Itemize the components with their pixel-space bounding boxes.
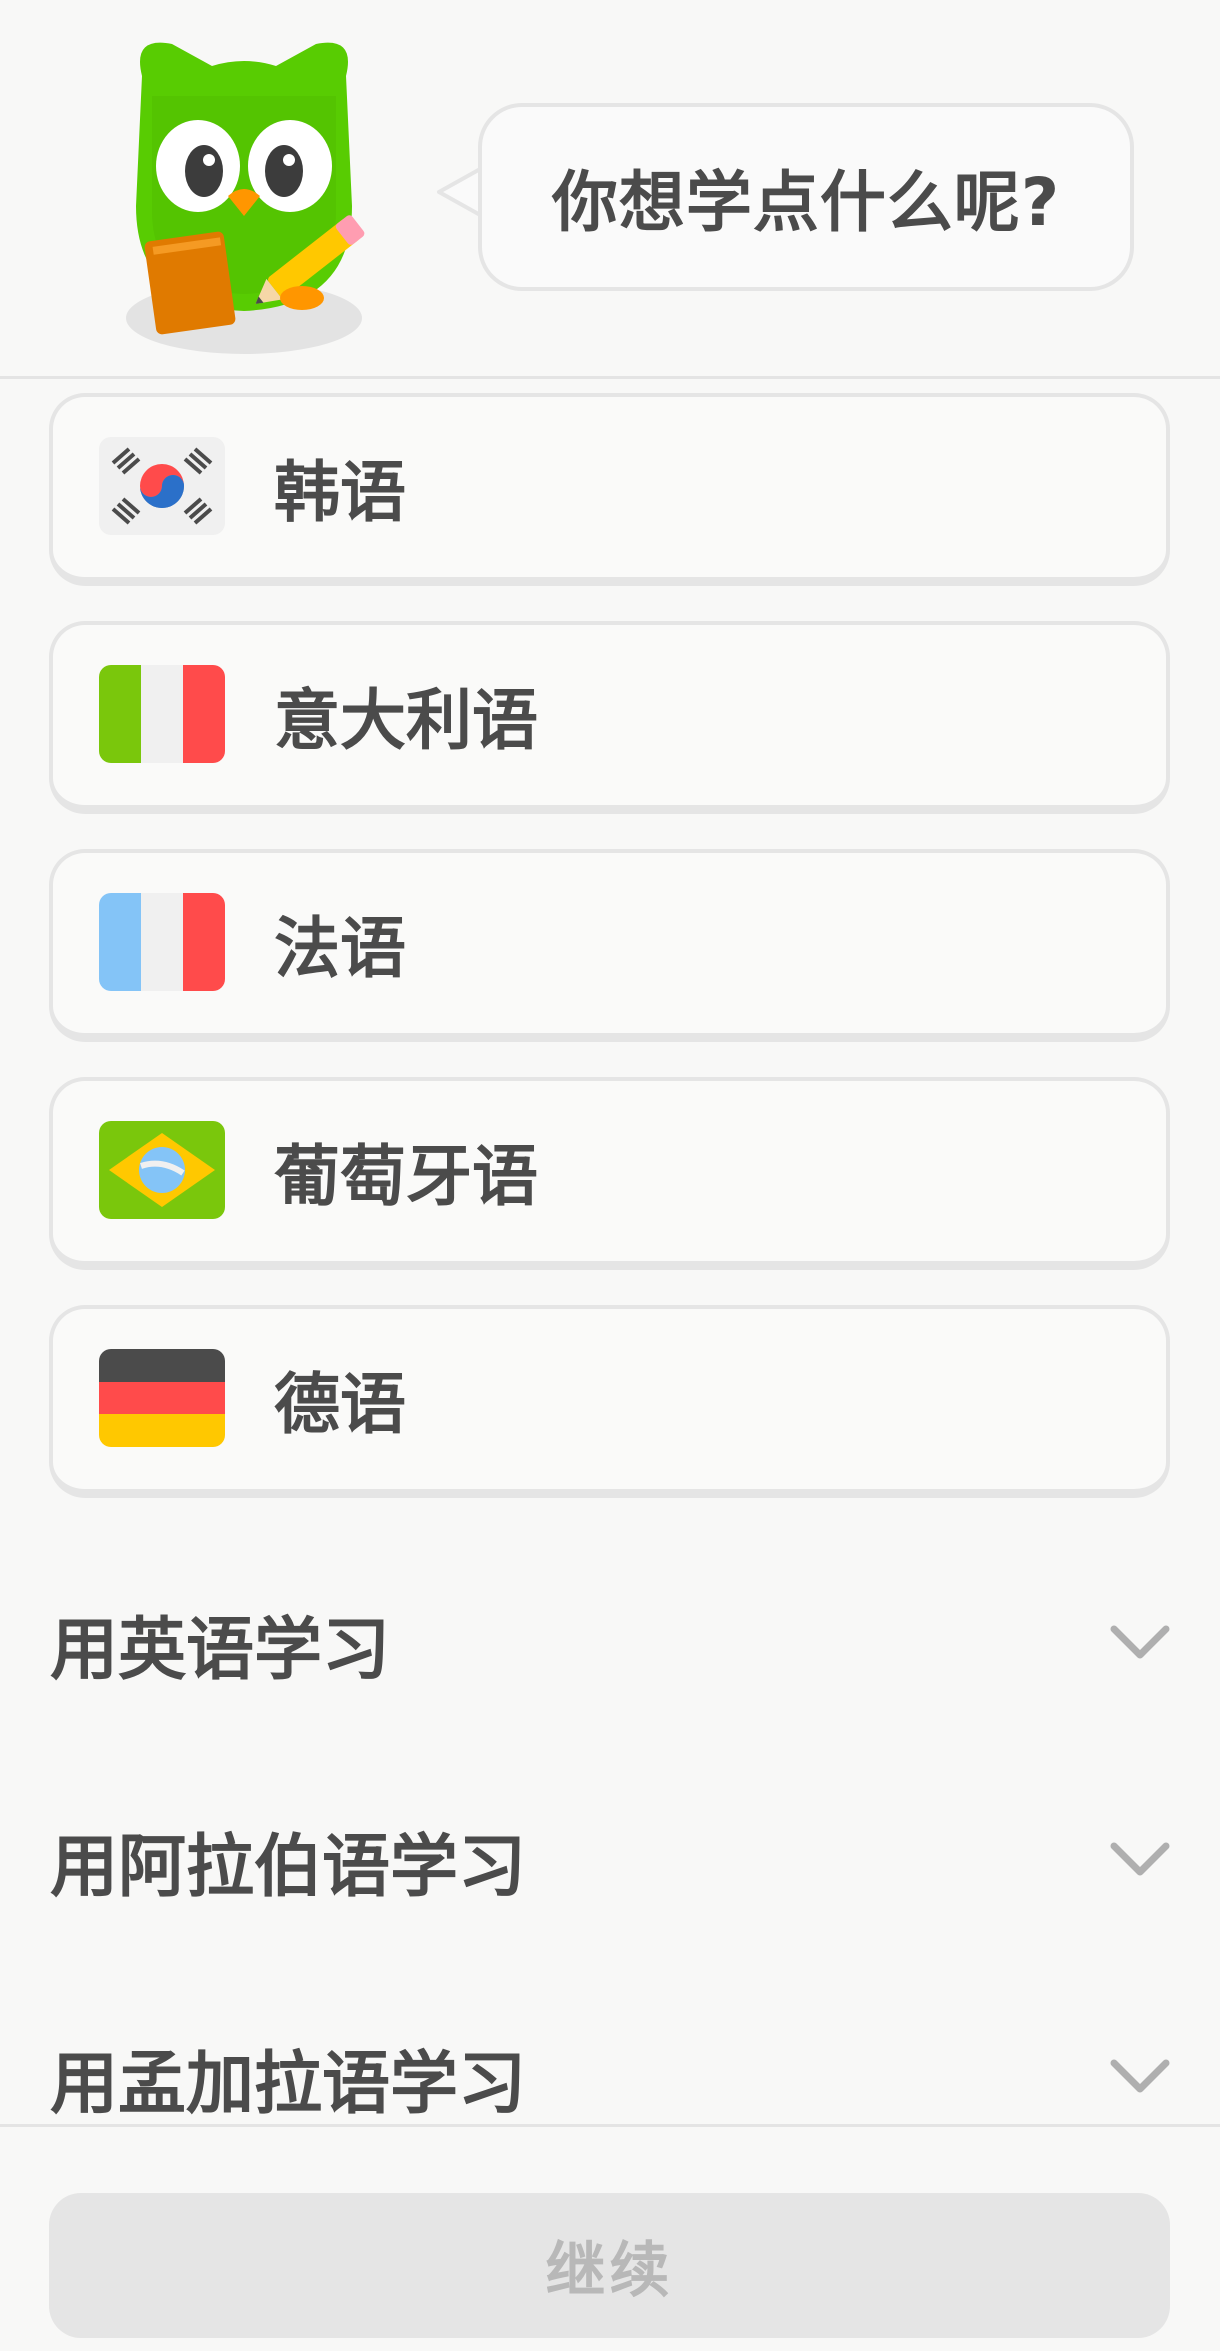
germany-flag-icon: [99, 1349, 225, 1447]
language-option-portuguese[interactable]: 葡萄牙语: [49, 1077, 1170, 1270]
language-option-korean[interactable]: 韩语: [49, 393, 1170, 586]
section-label: 用英语学习: [50, 1610, 391, 1690]
section-learn-in-arabic[interactable]: 用阿拉伯语学习: [0, 1790, 1220, 1930]
language-label: 韩语: [274, 454, 406, 531]
continue-button[interactable]: 继续: [49, 2193, 1170, 2338]
chevron-down-icon[interactable]: [1108, 2055, 1172, 2103]
france-flag-icon: [99, 893, 225, 991]
owl-mascot-icon: [112, 36, 377, 360]
section-label: 用阿拉伯语学习: [50, 1827, 527, 1907]
language-label: 意大利语: [274, 682, 538, 759]
language-label: 葡萄牙语: [274, 1138, 538, 1215]
speech-bubble: 你想学点什么呢?: [478, 103, 1134, 291]
chevron-down-icon[interactable]: [1108, 1838, 1172, 1886]
language-label: 德语: [274, 1366, 406, 1443]
language-option-german[interactable]: 德语: [49, 1305, 1170, 1498]
chevron-down-icon[interactable]: [1108, 1621, 1172, 1669]
prompt-text: 你想学点什么呢?: [551, 164, 1061, 241]
footer: 继续: [0, 2124, 1220, 2351]
language-label: 法语: [274, 910, 406, 987]
header: 你想学点什么呢?: [0, 0, 1220, 379]
language-option-french[interactable]: 法语: [49, 849, 1170, 1042]
language-option-italian[interactable]: 意大利语: [49, 621, 1170, 814]
italy-flag-icon: [99, 665, 225, 763]
section-learn-in-english[interactable]: 用英语学习: [0, 1573, 1220, 1713]
brazil-flag-icon: [99, 1121, 225, 1219]
south-korea-flag-icon: [99, 437, 225, 535]
